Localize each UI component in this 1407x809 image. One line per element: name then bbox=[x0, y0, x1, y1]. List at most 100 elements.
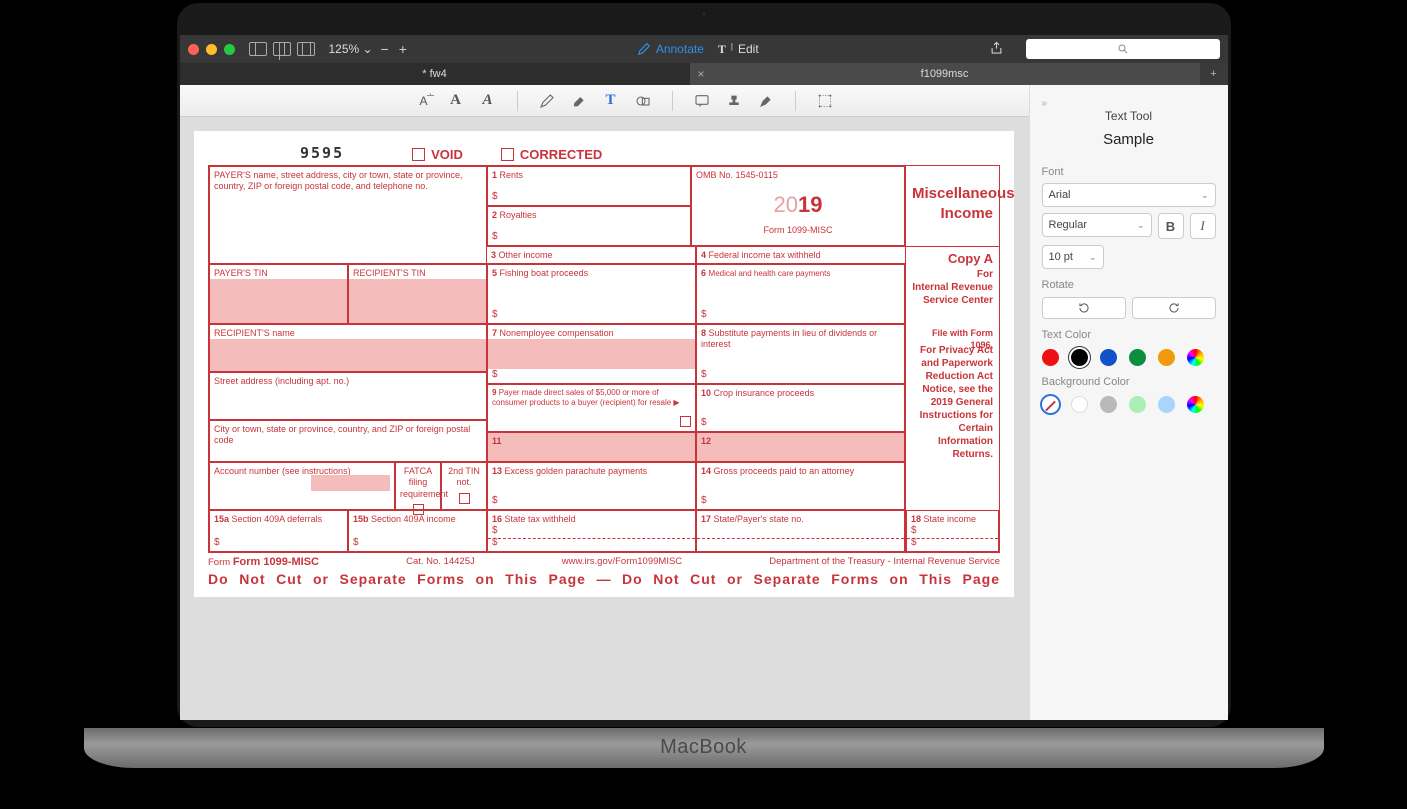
zoom-out-button[interactable]: − bbox=[381, 41, 389, 57]
corrected-checkbox[interactable] bbox=[501, 148, 514, 161]
privacy-notice: For Privacy Act and Paperwork Reduction … bbox=[906, 340, 999, 510]
form-1099-page: 9595 VOID CORRECTED PAYER'S name, str bbox=[194, 131, 1014, 597]
annotate-mode-button[interactable]: Annotate bbox=[637, 42, 704, 56]
second-tin-box[interactable]: 2nd TIN not. bbox=[441, 462, 487, 510]
color-picker[interactable] bbox=[1187, 349, 1204, 366]
box-16[interactable]: 16 State tax withheld$$ bbox=[487, 510, 696, 552]
laptop-camera bbox=[700, 10, 708, 18]
box-8[interactable]: 8 Substitute payments in lieu of dividen… bbox=[696, 324, 905, 384]
document-viewport[interactable]: 9595 VOID CORRECTED PAYER'S name, str bbox=[180, 117, 1029, 720]
box-15b[interactable]: 15b Section 409A income$ bbox=[348, 510, 487, 552]
box-11: 11 bbox=[487, 432, 696, 462]
form-code: 9595 bbox=[300, 144, 344, 162]
bg-lightgreen[interactable] bbox=[1129, 396, 1146, 413]
void-checkbox[interactable] bbox=[412, 148, 425, 161]
zoom-in-button[interactable]: + bbox=[399, 41, 407, 57]
recipient-tin-box[interactable]: RECIPIENT'S TIN bbox=[348, 264, 487, 324]
color-black[interactable] bbox=[1071, 349, 1088, 366]
rotate-ccw-button[interactable] bbox=[1042, 297, 1126, 319]
box-10[interactable]: 10 Crop insurance proceeds$ bbox=[696, 384, 905, 432]
copy-a-label: Copy A For Internal Revenue Service Cent… bbox=[906, 246, 999, 324]
box-6[interactable]: 6 Medical and health care payments$ bbox=[696, 264, 905, 324]
collapse-panel-icon[interactable]: » bbox=[1042, 98, 1048, 109]
annotate-toolbar: A亠 A A T bbox=[180, 85, 1029, 117]
view-grid-icon[interactable] bbox=[273, 42, 291, 56]
document-tabs: * fw4 ×f1099msc + bbox=[180, 63, 1228, 85]
window-controls bbox=[188, 44, 235, 55]
pencil-icon[interactable] bbox=[538, 92, 556, 110]
font-style-select[interactable]: Regular⌄ bbox=[1042, 213, 1152, 237]
note-icon[interactable] bbox=[693, 92, 711, 110]
shape-tool-icon[interactable] bbox=[634, 92, 652, 110]
payer-tin-box[interactable]: PAYER'S TIN bbox=[209, 264, 348, 324]
form-footer: Form Form 1099-MISC Cat. No. 14425J www.… bbox=[208, 553, 1000, 571]
font-style-icon[interactable]: A亠 bbox=[415, 92, 433, 110]
recipient-name-box[interactable]: RECIPIENT'S name bbox=[209, 324, 487, 372]
stamp-icon[interactable] bbox=[725, 92, 743, 110]
signature-icon[interactable] bbox=[757, 92, 775, 110]
box-17[interactable]: 17 State/Payer's state no. bbox=[696, 510, 905, 552]
tab-fw4[interactable]: * fw4 bbox=[180, 63, 690, 85]
box-3[interactable]: 3 Other income bbox=[487, 246, 696, 264]
tab-f1099msc[interactable]: ×f1099msc bbox=[690, 63, 1200, 85]
font-size-select[interactable]: 10 pt⌄ bbox=[1042, 245, 1104, 269]
payer-info-box[interactable]: PAYER'S name, street address, city or to… bbox=[209, 166, 487, 264]
font-italic-icon[interactable]: A bbox=[479, 92, 497, 110]
edit-mode-button[interactable]: T | Edit bbox=[718, 42, 759, 57]
highlighter-icon[interactable] bbox=[570, 92, 588, 110]
box-7[interactable]: 7 Nonemployee compensation$ bbox=[487, 324, 696, 384]
font-outline-icon[interactable]: A bbox=[447, 92, 465, 110]
account-number-box[interactable]: Account number (see instructions) bbox=[209, 462, 395, 510]
text-tool-panel: » Text Tool Sample Font Arial⌄ Regular⌄ … bbox=[1030, 85, 1228, 720]
view-sidebar-icon[interactable] bbox=[249, 42, 267, 56]
box-14[interactable]: 14 Gross proceeds paid to an attorney$ bbox=[696, 462, 905, 510]
rotate-section-label: Rotate bbox=[1042, 279, 1216, 291]
bg-white[interactable] bbox=[1071, 396, 1088, 413]
font-family-select[interactable]: Arial⌄ bbox=[1042, 183, 1216, 207]
close-tab-icon[interactable]: × bbox=[698, 67, 705, 81]
file-with-1096: File with Form 1096. bbox=[906, 324, 999, 340]
bg-color-swatches bbox=[1042, 396, 1216, 413]
bg-lightblue[interactable] bbox=[1158, 396, 1175, 413]
box-1-rents[interactable]: 1 Rents$ bbox=[487, 166, 691, 206]
box-2-royalties[interactable]: 2 Royalties$ bbox=[487, 206, 691, 246]
color-red[interactable] bbox=[1042, 349, 1059, 366]
text-color-label: Text Color bbox=[1042, 329, 1216, 341]
color-green[interactable] bbox=[1129, 349, 1146, 366]
minimize-window-button[interactable] bbox=[206, 44, 217, 55]
street-address-box[interactable]: Street address (including apt. no.) bbox=[209, 372, 487, 420]
bg-none[interactable] bbox=[1042, 396, 1059, 413]
new-tab-button[interactable]: + bbox=[1200, 63, 1228, 85]
box-15a[interactable]: 15a Section 409A deferrals$ bbox=[209, 510, 348, 552]
search-input[interactable] bbox=[1026, 39, 1220, 59]
box-13[interactable]: 13 Excess golden parachute payments$ bbox=[487, 462, 696, 510]
text-icon: T bbox=[718, 42, 726, 57]
view-two-page-icon[interactable] bbox=[297, 42, 315, 56]
zoom-dropdown[interactable]: 125% ⌄ bbox=[329, 42, 373, 56]
bg-color-label: Background Color bbox=[1042, 376, 1216, 388]
fatca-box[interactable]: FATCA filing requirement bbox=[395, 462, 441, 510]
font-section-label: Font bbox=[1042, 166, 1216, 178]
box-12: 12 bbox=[696, 432, 905, 462]
share-button[interactable] bbox=[989, 40, 1004, 59]
bg-gray[interactable] bbox=[1100, 396, 1117, 413]
color-blue[interactable] bbox=[1100, 349, 1117, 366]
zoom-window-button[interactable] bbox=[224, 44, 235, 55]
city-state-zip-box[interactable]: City or town, state or province, country… bbox=[209, 420, 487, 462]
box-18[interactable]: 18 State income$$ bbox=[906, 510, 999, 552]
rotate-cw-button[interactable] bbox=[1132, 297, 1216, 319]
title-toolbar: 125% ⌄ − + Annotate T | Edit bbox=[180, 35, 1228, 63]
text-tool-icon[interactable]: T bbox=[602, 92, 620, 110]
share-icon bbox=[989, 40, 1004, 56]
close-window-button[interactable] bbox=[188, 44, 199, 55]
box-9[interactable]: 9 Payer made direct sales of $5,000 or m… bbox=[487, 384, 696, 432]
bg-color-picker[interactable] bbox=[1187, 396, 1204, 413]
do-not-cut-warning: Do Not Cut or Separate Forms on This Pag… bbox=[208, 571, 1000, 587]
box-4[interactable]: 4 Federal income tax withheld bbox=[696, 246, 905, 264]
color-orange[interactable] bbox=[1158, 349, 1175, 366]
selection-icon[interactable] bbox=[816, 92, 834, 110]
search-icon bbox=[1117, 43, 1129, 55]
box-5[interactable]: 5 Fishing boat proceeds$ bbox=[487, 264, 696, 324]
italic-button[interactable]: I bbox=[1190, 213, 1216, 239]
bold-button[interactable]: B bbox=[1158, 213, 1184, 239]
